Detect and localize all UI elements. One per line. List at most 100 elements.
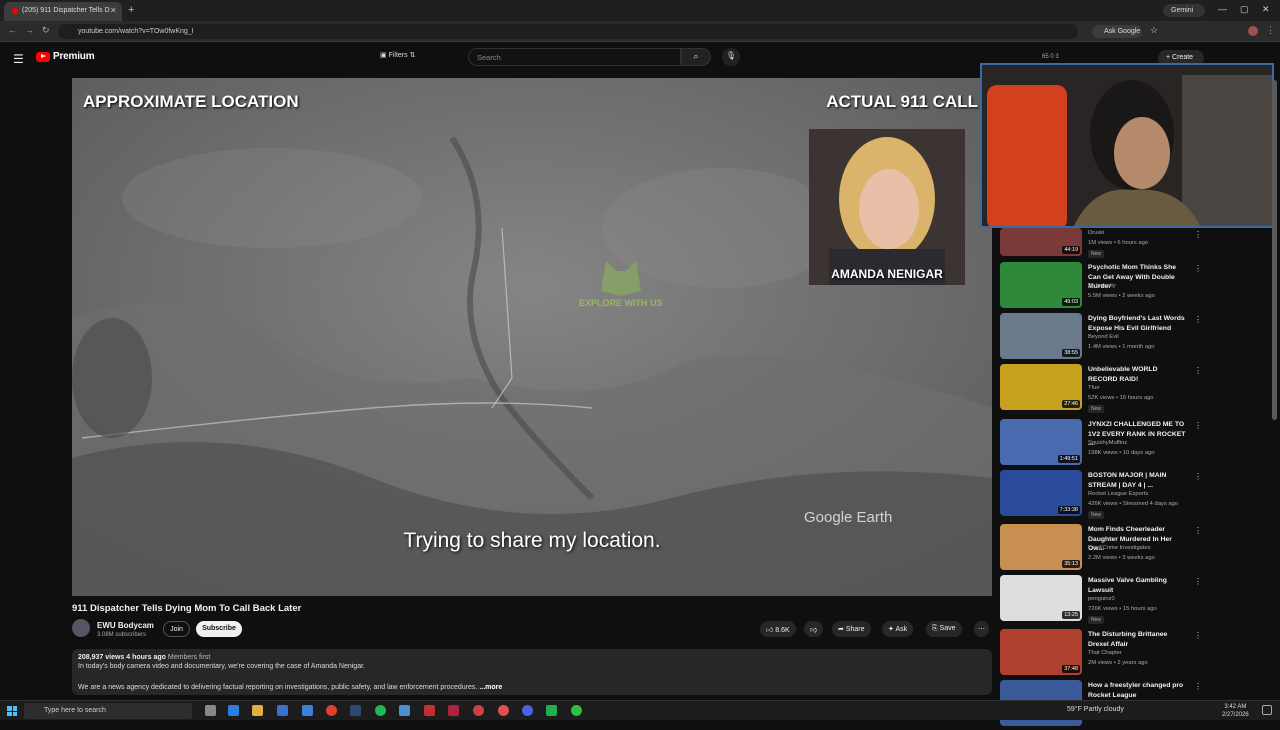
video-thumbnail[interactable]: 35:13 (1000, 524, 1082, 570)
channel-name[interactable]: EWU Bodycam (97, 621, 154, 630)
sidebar-channel-name[interactable]: Rocket League Esports (1088, 491, 1148, 497)
save-button[interactable]: ⎘ Save (926, 621, 962, 637)
search-button[interactable]: ⌕ (681, 48, 711, 66)
sidebar-channel-name[interactable]: Druski (1088, 230, 1104, 236)
sidebar-channel-name[interactable]: That Chapter (1088, 650, 1122, 656)
back-icon[interactable]: ← (8, 25, 17, 35)
video-menu-icon[interactable]: ⋮ (1194, 315, 1202, 324)
description-box[interactable]: 208,937 views 4 hours ago Members first … (72, 649, 992, 695)
video-duration: 38:55 (1062, 349, 1080, 357)
chrome-icon[interactable] (326, 705, 337, 716)
browser-menu-icon[interactable]: ⋮ (1266, 25, 1275, 36)
video-menu-icon[interactable]: ⋮ (1194, 472, 1202, 481)
edge-icon[interactable] (228, 705, 239, 716)
show-more-link[interactable]: ...more (479, 684, 502, 691)
mail-icon[interactable] (277, 705, 288, 716)
video-menu-icon[interactable]: ⋮ (1194, 264, 1202, 273)
sidebar-video-item[interactable]: 37:48 The Disturbing Brittanee Drexel Aff… (1000, 629, 1280, 679)
chrome-active-icon[interactable] (498, 705, 509, 716)
sidebar-channel-name[interactable]: penguinz0 (1088, 596, 1115, 602)
app-icon-2[interactable] (424, 705, 435, 716)
window-close-icon[interactable]: ✕ (1262, 4, 1270, 15)
tab-close-icon[interactable]: ✕ (110, 6, 117, 15)
discord-icon[interactable] (522, 705, 533, 716)
spotify-icon[interactable] (375, 705, 386, 716)
sidebar-video-title[interactable]: Unbelievable WORLD RECORD RAID! (1088, 365, 1188, 384)
notification-icon[interactable] (1262, 705, 1272, 715)
sidebar-channel-name[interactable]: Beyond Evil (1088, 334, 1119, 340)
sidebar-video-title[interactable]: Massive Valve Gambling Lawsuit (1088, 576, 1188, 595)
video-menu-icon[interactable]: ⋮ (1194, 366, 1202, 375)
minimize-icon[interactable]: — (1218, 4, 1227, 14)
sidebar-video-item[interactable]: 49:03 Psychotic Mom Thinks She Can Get Aw… (1000, 262, 1280, 312)
subscriber-count: 3.08M subscribers (97, 632, 147, 638)
ask-button[interactable]: ✦ Ask (882, 621, 914, 637)
app-icon-5[interactable] (546, 705, 557, 716)
app-icon[interactable] (399, 705, 410, 716)
scrollbar[interactable] (1272, 80, 1277, 420)
sidebar-video-item[interactable]: 7:33:38 BOSTON MAJOR | MAIN STREAM | DAY … (1000, 470, 1280, 520)
sidebar-video-item[interactable]: 27:46 Unbelievable WORLD RECORD RAID! Tfue… (1000, 364, 1280, 414)
gemini-button[interactable]: Gemini (1163, 4, 1205, 17)
subscribe-button[interactable]: Subscribe (196, 621, 242, 637)
video-menu-icon[interactable]: ⋮ (1194, 682, 1202, 691)
video-thumbnail[interactable]: 27:46 (1000, 364, 1082, 410)
taskbar-search-input[interactable]: Type here to search (24, 703, 192, 719)
sidebar-channel-name[interactable]: Law&Crime Investigates (1088, 545, 1151, 551)
video-thumbnail[interactable]: 1:49:51 (1000, 419, 1082, 465)
file-explorer-icon[interactable] (252, 705, 263, 716)
video-menu-icon[interactable]: ⋮ (1194, 526, 1202, 535)
app-icon-6[interactable] (571, 705, 582, 716)
hamburger-menu-icon[interactable]: ☰ (13, 52, 24, 66)
channel-avatar[interactable] (72, 619, 90, 637)
video-thumbnail[interactable]: 38:55 (1000, 313, 1082, 359)
bookmark-star-icon[interactable]: ☆ (1150, 25, 1158, 36)
sidebar-video-title[interactable]: Dying Boyfriend's Last Words Expose His … (1088, 314, 1188, 333)
sidebar-video-item[interactable]: 35:13 Mom Finds Cheerleader Daughter Murd… (1000, 524, 1280, 574)
video-thumbnail[interactable]: 44:19 (1000, 228, 1082, 256)
sidebar-video-title[interactable]: BOSTON MAJOR | MAIN STREAM | DAY 4 | ... (1088, 471, 1188, 490)
video-menu-icon[interactable]: ⋮ (1194, 421, 1202, 430)
profile-avatar[interactable] (1248, 26, 1258, 36)
video-player[interactable]: APPROXIMATE LOCATION ACTUAL 911 CALL EXP… (72, 78, 992, 596)
youtube-logo[interactable]: Premium (36, 51, 95, 62)
video-thumbnail[interactable]: 13:25 (1000, 575, 1082, 621)
reload-icon[interactable]: ↻ (42, 25, 50, 36)
task-view-icon[interactable] (205, 705, 216, 716)
voice-search-icon[interactable]: 🎙 (722, 48, 740, 66)
sidebar-channel-name[interactable]: Tfue (1088, 385, 1100, 391)
video-thumbnail[interactable]: 37:48 (1000, 629, 1082, 675)
url-field[interactable]: youtube.com/watch?v=TOw0fwKng_I (58, 24, 1078, 39)
system-clock[interactable]: 3:42 AM 2/27/2026 (1222, 703, 1249, 719)
search-input[interactable]: Search (468, 48, 681, 66)
video-thumbnail[interactable]: 7:33:38 (1000, 470, 1082, 516)
new-tab-icon[interactable]: + (128, 4, 134, 16)
join-button[interactable]: Join (163, 621, 190, 637)
steam-icon[interactable] (350, 705, 361, 716)
more-actions-button[interactable]: ⋯ (974, 621, 989, 637)
sidebar-video-item[interactable]: 1:49:51 JYNXZI CHALLENGED ME TO 1V2 EVERY… (1000, 419, 1280, 469)
sidebar-video-title[interactable]: How a freestyler changed pro Rocket Leag… (1088, 681, 1188, 700)
video-menu-icon[interactable]: ⋮ (1194, 577, 1202, 586)
store-icon[interactable] (302, 705, 313, 716)
windows-start-icon[interactable] (7, 706, 17, 716)
app-icon-4[interactable] (473, 705, 484, 716)
ask-google-button[interactable]: Ask Google (1092, 25, 1142, 38)
forward-icon[interactable]: → (25, 25, 34, 35)
share-button[interactable]: ➦ Share (832, 621, 871, 637)
like-button[interactable]: 👍︎ 8.6K (760, 621, 796, 637)
weather-widget[interactable]: 59°F Partly cloudy (1067, 706, 1124, 713)
sidebar-channel-name[interactable]: SquishyMuffinz (1088, 440, 1127, 446)
dislike-button[interactable]: 👎︎ (804, 621, 824, 637)
sidebar-video-item[interactable]: 38:55 Dying Boyfriend's Last Words Expose… (1000, 313, 1280, 363)
app-icon-3[interactable] (448, 705, 459, 716)
browser-tab[interactable]: (205) 911 Dispatcher Tells D (4, 2, 122, 21)
sidebar-channel-name[interactable]: Dr Insanity (1088, 283, 1116, 289)
maximize-icon[interactable]: ▢ (1240, 4, 1249, 15)
filters-button[interactable]: ▣ Filters ⇅ (380, 51, 415, 59)
sidebar-video-item[interactable]: 13:25 Massive Valve Gambling Lawsuit pengu… (1000, 575, 1280, 625)
video-menu-icon[interactable]: ⋮ (1194, 230, 1202, 239)
video-thumbnail[interactable]: 49:03 (1000, 262, 1082, 308)
sidebar-video-title[interactable]: The Disturbing Brittanee Drexel Affair (1088, 630, 1188, 649)
video-menu-icon[interactable]: ⋮ (1194, 631, 1202, 640)
